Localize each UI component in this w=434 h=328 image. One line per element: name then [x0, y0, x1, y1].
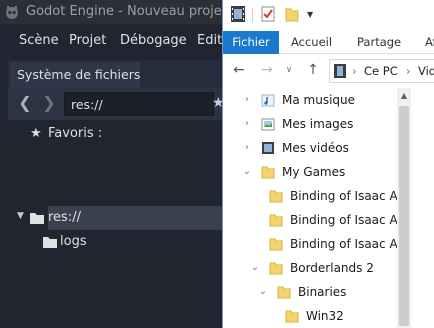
scroll-up-arrow-icon[interactable]: ▲	[397, 88, 411, 104]
explorer-nav-tree: › Ma musique › Mes images › Mes vidéos ⌄…	[223, 88, 434, 328]
address-separator: ›	[352, 64, 357, 78]
videos-folder-icon	[262, 142, 274, 154]
qat-divider	[252, 8, 253, 22]
tree-label-logs: logs	[60, 234, 87, 249]
file-list-pane[interactable]	[411, 88, 434, 328]
folder-icon	[43, 237, 57, 248]
folder-icon	[269, 238, 283, 251]
folder-icon	[269, 262, 283, 275]
expand-chevron-icon[interactable]: ›	[241, 117, 253, 131]
collapse-chevron-icon[interactable]: ⌄	[241, 165, 253, 179]
folder-icon	[261, 166, 275, 179]
expand-chevron-icon[interactable]: ›	[241, 141, 253, 155]
godot-menubar: Scène Projet Débogage Edit	[0, 24, 222, 58]
tree-row-favorites[interactable]: ★ Favoris :	[8, 122, 222, 146]
filesystem-dock: Système de fichiers ❮ ❯ ★ ★ Favoris : ▼ …	[8, 60, 224, 328]
tree-row-res-root[interactable]: ▼ res://	[8, 206, 222, 230]
tree-row-logs[interactable]: logs	[8, 230, 222, 254]
menu-editor[interactable]: Edit	[197, 33, 222, 48]
folder-icon	[269, 214, 283, 227]
menu-scene[interactable]: Scène	[19, 33, 59, 48]
recent-dropdown-icon[interactable]: ∨	[281, 62, 297, 78]
explorer-window: ▼ Fichier Accueil Partage Af ← → ∨ ↑ › C…	[222, 0, 434, 328]
film-strip-icon[interactable]	[231, 6, 245, 22]
new-folder-icon[interactable]	[285, 6, 299, 22]
expand-chevron-icon[interactable]: ›	[241, 93, 253, 107]
menu-debug[interactable]: Débogage	[120, 33, 187, 48]
tree-label: Binding of Isaac Afte	[290, 237, 414, 251]
tree-label: Binding of Isaac Afte	[290, 213, 414, 227]
properties-check-icon[interactable]	[261, 6, 275, 22]
scrollbar-thumb[interactable]	[399, 106, 409, 326]
ribbon-tab-file[interactable]: Fichier	[223, 31, 279, 54]
address-box[interactable]: › Ce PC › Vid	[329, 59, 434, 83]
godot-window: Godot Engine - Nouveau projet de jeu Scè…	[0, 0, 271, 328]
star-icon: ★	[30, 126, 42, 141]
tree-label: Mes images	[282, 117, 354, 131]
expand-chevron-icon[interactable]: ▼	[17, 211, 24, 221]
collapse-chevron-icon[interactable]: ⌄	[257, 285, 269, 299]
ribbon-tab-share[interactable]: Partage	[357, 31, 401, 54]
customize-dropdown-icon[interactable]: ▼	[307, 10, 313, 19]
tree-label: Binding of Isaac Afte	[290, 189, 414, 203]
explorer-address-bar: ← → ∨ ↑ › Ce PC › Vid	[223, 55, 434, 86]
favorites-label: Favoris :	[48, 126, 103, 141]
music-folder-icon	[261, 94, 275, 107]
explorer-titlebar: ▼	[223, 0, 434, 31]
address-separator: ›	[406, 64, 411, 78]
folder-icon	[285, 310, 299, 323]
collapse-chevron-icon[interactable]: ⌄	[249, 261, 261, 275]
tab-filesystem[interactable]: Système de fichiers	[10, 62, 140, 88]
crumb-this-pc[interactable]: Ce PC	[364, 64, 398, 78]
ribbon-tab-view[interactable]: Af	[425, 31, 434, 54]
tree-label: Win32	[306, 309, 344, 323]
filesystem-tree: ★ Favoris : ▼ res:// logs	[8, 120, 222, 328]
menu-project[interactable]: Projet	[69, 33, 106, 48]
up-arrow-icon[interactable]: ↑	[305, 62, 321, 78]
folder-icon	[269, 190, 283, 203]
back-arrow-icon[interactable]: ❮	[16, 94, 34, 112]
tree-label: Binaries	[298, 285, 347, 299]
folder-icon	[277, 286, 291, 299]
film-strip-icon	[334, 64, 346, 78]
tree-label: Ma musique	[282, 93, 356, 107]
pictures-folder-icon	[261, 118, 275, 131]
tree-label: My Games	[282, 165, 346, 179]
godot-logo-icon	[6, 6, 18, 19]
forward-arrow-icon[interactable]: ❯	[40, 94, 58, 112]
godot-titlebar: Godot Engine - Nouveau projet de jeu	[0, 0, 271, 24]
path-input[interactable]	[64, 92, 214, 116]
forward-arrow-icon[interactable]: →	[259, 62, 275, 78]
explorer-ribbon: Fichier Accueil Partage Af	[223, 31, 434, 54]
tab-filesystem-label: Système de fichiers	[17, 67, 141, 82]
tree-label: Borderlands 2	[290, 261, 374, 275]
ribbon-tab-home[interactable]: Accueil	[291, 31, 332, 54]
crumb-videos[interactable]: Vid	[418, 64, 434, 78]
nav-tree-scrollbar[interactable]: ▲	[397, 88, 411, 328]
folder-icon	[30, 213, 44, 224]
tree-label-res: res://	[48, 210, 81, 225]
filesystem-toolbar: ❮ ❯ ★	[8, 88, 224, 120]
tree-label: Mes vidéos	[282, 141, 349, 155]
back-arrow-icon[interactable]: ←	[231, 62, 247, 78]
